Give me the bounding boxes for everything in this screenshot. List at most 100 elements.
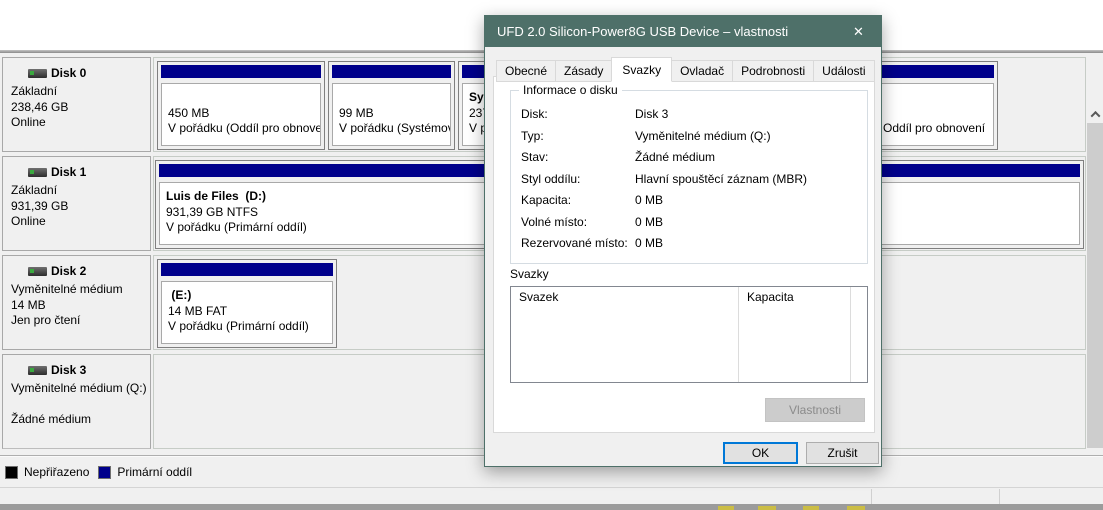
field-value: 0 MB — [635, 215, 861, 237]
disk-size: 931,39 GB — [11, 199, 150, 215]
ok-button[interactable]: OK — [723, 442, 798, 464]
partition-size — [883, 106, 991, 122]
status-bar — [0, 487, 1103, 504]
field-value: Žádné médium — [635, 150, 861, 172]
partition-size: 14 MB FAT — [168, 304, 327, 320]
close-icon[interactable]: ✕ — [836, 16, 881, 47]
taskbar-icon-sliver — [803, 506, 819, 510]
partition-e-drive[interactable]: (E:) 14 MB FAT V pořádku (Primární oddíl… — [157, 259, 337, 348]
status-separator — [871, 489, 872, 504]
disk-type: Vyměnitelné médium — [11, 282, 150, 298]
dialog-titlebar[interactable]: UFD 2.0 Silicon-Power8G USB Device – vla… — [485, 16, 881, 47]
disk2-header: Disk 2 — [3, 256, 150, 282]
partition-status: Oddíl pro obnovení — [883, 121, 991, 137]
disk-spacer — [11, 397, 150, 413]
disk-status: Online — [11, 214, 150, 230]
primary-partition-bar — [161, 263, 333, 276]
disk1-header: Disk 1 — [3, 157, 150, 183]
field-label: Volné místo: — [521, 215, 635, 237]
vertical-scrollbar — [1087, 106, 1103, 508]
dialog-tabs: Obecné Zásady Svazky Ovladač Podrobnosti… — [496, 56, 874, 81]
disk-panel-disk3[interactable]: Disk 3 Vyměnitelné médium (Q:) Žádné méd… — [2, 354, 151, 449]
partition-name — [339, 90, 445, 106]
tab-udalosti[interactable]: Události — [813, 60, 874, 82]
tab-zasady[interactable]: Zásady — [555, 60, 612, 82]
field-label: Disk: — [521, 107, 635, 129]
primary-partition-bar — [332, 65, 451, 78]
field-row-stav: Stav: Žádné médium — [521, 150, 861, 172]
taskbar-icon-sliver — [847, 506, 865, 510]
disk-size: 238,46 GB — [11, 100, 150, 116]
field-label: Stav: — [521, 150, 635, 172]
partition-size: 99 MB — [339, 106, 445, 122]
scrollbar-thumb[interactable] — [1087, 123, 1103, 448]
tab-podrobnosti[interactable]: Podrobnosti — [732, 60, 814, 82]
disk-info-groupbox: Informace o disku Disk: Disk 3 Typ: Vymě… — [510, 90, 868, 264]
field-value: 0 MB — [635, 236, 861, 258]
disk-status: Jen pro čtení — [11, 313, 150, 329]
svazky-tab-page: Informace o disku Disk: Disk 3 Typ: Vymě… — [493, 76, 875, 433]
legend-item-primary: Primární oddíl — [98, 465, 192, 479]
partition-recovery[interactable]: Oddíl pro obnovení — [874, 61, 998, 150]
status-separator — [999, 489, 1000, 504]
partition-status: V pořádku (Primární oddíl) — [168, 319, 327, 335]
disk3-header: Disk 3 — [3, 355, 150, 381]
disk-name: Disk 3 — [51, 363, 86, 377]
tab-obecne[interactable]: Obecné — [496, 60, 556, 82]
partition-name — [168, 90, 315, 106]
field-value: 0 MB — [635, 193, 861, 215]
vlastnosti-button[interactable]: Vlastnosti — [765, 398, 865, 422]
disk-panel-disk2[interactable]: Disk 2 Vyměnitelné médium 14 MB Jen pro … — [2, 255, 151, 350]
field-value: Disk 3 — [635, 107, 861, 129]
partition-size: 450 MB — [168, 106, 315, 122]
disk-type: Vyměnitelné médium (Q:) — [11, 381, 150, 397]
tab-ovladac[interactable]: Ovladač — [671, 60, 733, 82]
field-row-typ: Typ: Vyměnitelné médium (Q:) — [521, 129, 861, 151]
field-label: Rezervované místo: — [521, 236, 635, 258]
disk0-header: Disk 0 — [3, 58, 150, 84]
legend-label: Primární oddíl — [117, 465, 192, 479]
taskbar-icon-sliver — [758, 506, 776, 510]
legend: Nepřiřazeno Primární oddíl — [5, 465, 192, 479]
partition-name — [883, 90, 991, 106]
field-row-disk: Disk: Disk 3 — [521, 107, 861, 129]
primary-partition-bar — [878, 65, 994, 78]
partition-name: (E:) — [168, 288, 327, 304]
column-header-svazek[interactable]: Svazek — [511, 287, 739, 382]
partition-450mb[interactable]: 450 MB V pořádku (Oddíl pro obnoven — [157, 61, 325, 150]
disk-panel-disk0[interactable]: Disk 0 Základní 238,46 GB Online — [2, 57, 151, 152]
disk-status: Online — [11, 115, 150, 131]
cancel-button[interactable]: Zrušit — [806, 442, 879, 464]
disk-name: Disk 0 — [51, 66, 86, 80]
scrollbar-up-icon[interactable] — [1087, 106, 1103, 123]
tab-svazky[interactable]: Svazky — [611, 57, 672, 82]
disk-type: Základní — [11, 84, 150, 100]
field-row-styl-oddilu: Styl oddílu: Hlavní spouštěcí záznam (MB… — [521, 172, 861, 194]
primary-partition-bar — [161, 65, 321, 78]
primary-partition-swatch — [98, 466, 111, 479]
partition-99mb[interactable]: 99 MB V pořádku (Systémovy — [328, 61, 455, 150]
field-label: Typ: — [521, 129, 635, 151]
taskbar-icon-sliver — [718, 506, 734, 510]
unallocated-swatch — [5, 466, 18, 479]
field-row-volne-misto: Volné místo: 0 MB — [521, 215, 861, 237]
disk-type: Základní — [11, 183, 150, 199]
legend-item-unallocated: Nepřiřazeno — [5, 465, 89, 479]
volumes-label: Svazky — [510, 267, 549, 281]
disk-drive-icon — [28, 69, 47, 78]
legend-label: Nepřiřazeno — [24, 465, 89, 479]
disk-drive-icon — [28, 366, 47, 375]
column-header-kapacita[interactable]: Kapacita — [739, 287, 851, 382]
taskbar-edge — [0, 504, 1103, 510]
partition-status: V pořádku (Systémovy — [339, 121, 445, 137]
disk-drive-icon — [28, 168, 47, 177]
field-row-rezervovane-misto: Rezervované místo: 0 MB — [521, 236, 861, 258]
disk-management-window: Disk 0 Základní 238,46 GB Online 450 MB … — [0, 0, 1103, 510]
disk-name: Disk 1 — [51, 165, 86, 179]
volumes-listview[interactable]: Svazek Kapacita — [510, 286, 868, 383]
partition-status: V pořádku (Oddíl pro obnoven — [168, 121, 315, 137]
disk-name: Disk 2 — [51, 264, 86, 278]
disk-drive-icon — [28, 267, 47, 276]
field-row-kapacita: Kapacita: 0 MB — [521, 193, 861, 215]
disk-panel-disk1[interactable]: Disk 1 Základní 931,39 GB Online — [2, 156, 151, 251]
